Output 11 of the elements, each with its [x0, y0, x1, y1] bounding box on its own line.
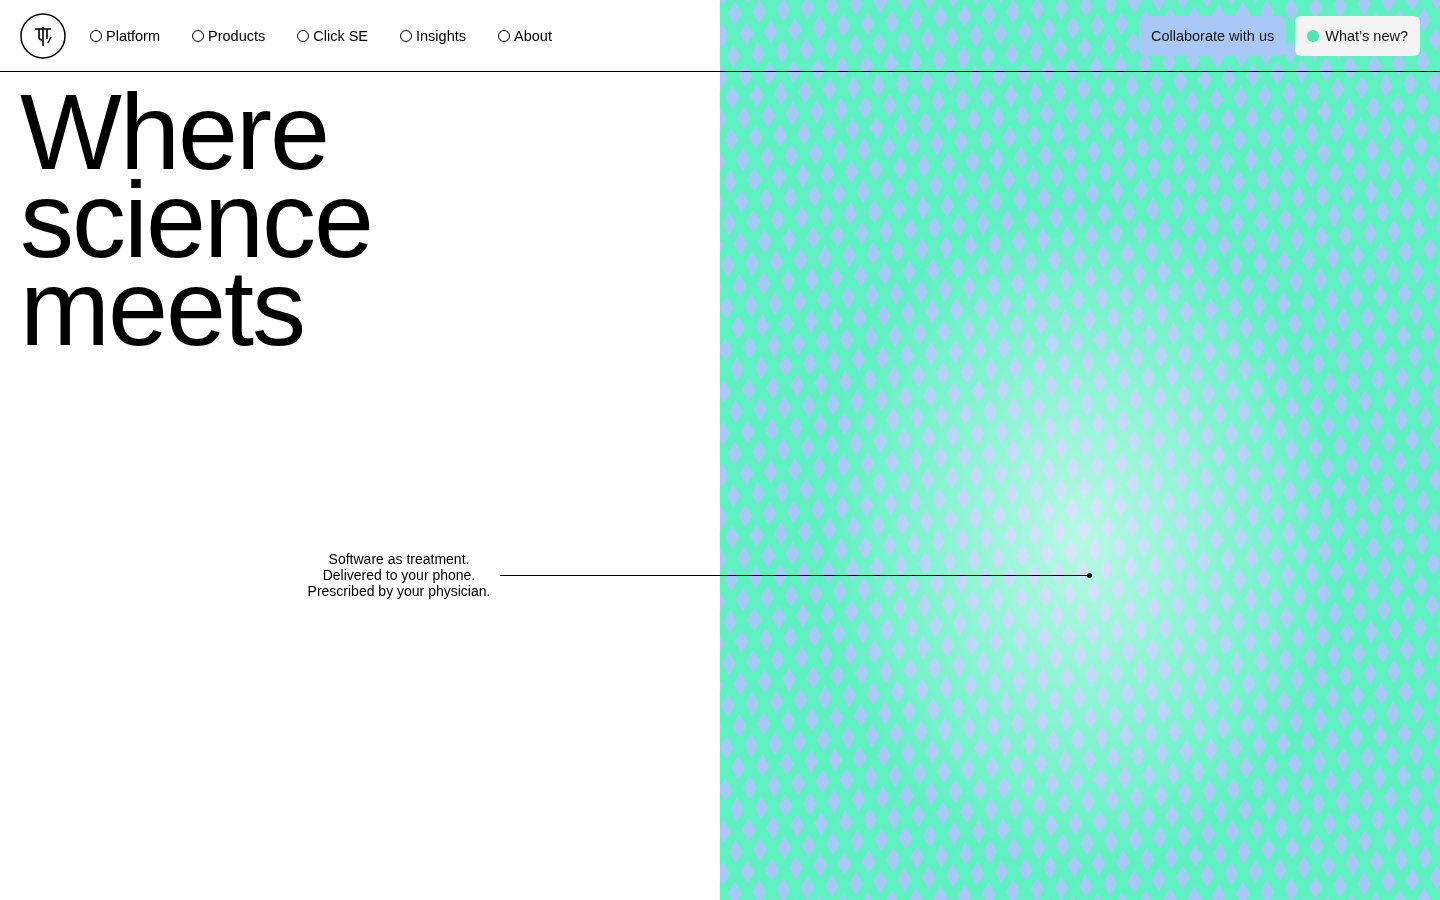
collaborate-button[interactable]: Collaborate with us [1138, 15, 1287, 56]
whats-new-button[interactable]: What’s new? [1295, 15, 1420, 56]
nav-link[interactable]: Click SE [297, 27, 369, 44]
hero-headline: Where science meets [20, 88, 374, 352]
logo-icon[interactable] [20, 12, 66, 59]
leader-dot-icon [1087, 573, 1092, 578]
hero-caption: Software as treatment. Delivered to your phone. Prescribed by your physician. [306, 551, 492, 599]
nav-link[interactable]: About [498, 27, 552, 44]
nav-link[interactable]: Platform [90, 27, 160, 44]
nav-link[interactable]: Insights [400, 27, 466, 44]
nav-link[interactable]: Products [192, 27, 266, 44]
